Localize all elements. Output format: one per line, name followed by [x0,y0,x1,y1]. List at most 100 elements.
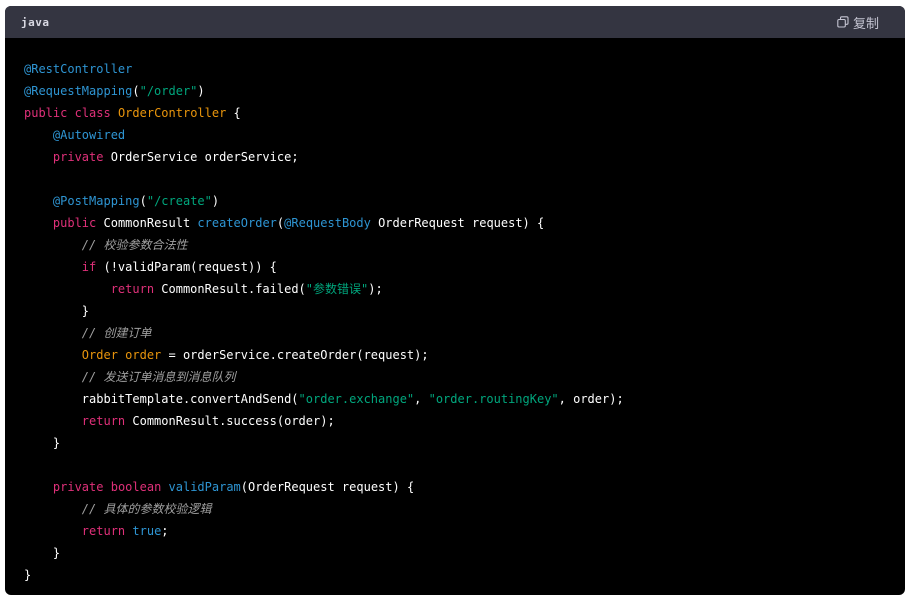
code-token: validParam [168,480,241,494]
code-line: // 具体的参数校验逻辑 [24,498,886,520]
code-header: java 复制 [5,6,905,38]
code-line: } [24,432,886,454]
code-token: if [81,260,97,274]
code-token: { [226,106,241,120]
code-line: private OrderService orderService; [24,146,886,168]
code-token: (OrderRequest request) { [240,480,415,494]
code-token: private [52,150,104,164]
code-token: private [52,480,104,494]
code-line: private boolean validParam(OrderRequest … [24,476,886,498]
code-line: } [24,564,886,586]
code-token: CommonResult [96,216,198,230]
code-token: OrderService orderService; [103,150,299,164]
code-token: @Autowired [52,128,126,142]
copy-label: 复制 [852,16,879,32]
code-token: ; [161,524,169,538]
code-line: } [24,542,886,564]
code-line: @RequestMapping("/order") [24,80,886,102]
code-line: @RestController [24,58,886,80]
code-token: OrderController [117,106,227,120]
code-token: ) [211,194,220,208]
code-token: // 发送订单消息到消息队列 [81,370,236,384]
code-token: } [24,568,32,582]
code-token: Order [81,348,118,362]
copy-icon [837,16,849,28]
code-token: // 创建订单 [81,326,152,340]
code-token: "/order" [139,84,198,98]
code-token: CommonResult.failed( [154,282,306,296]
code-token: } [24,436,61,450]
code-token: ( [132,84,140,98]
code-line: public class OrderController { [24,102,886,124]
code-token: } [24,304,90,318]
code-token: return [81,414,126,428]
code-line: return CommonResult.failed("参数错误"); [24,278,886,300]
code-token: , order); [558,392,624,406]
code-line: if (!validParam(request)) { [24,256,886,278]
code-token: boolean [110,480,162,494]
code-line: return true; [24,520,886,542]
code-token: // 具体的参数校验逻辑 [81,502,212,516]
code-token: // 校验参数合法性 [81,238,188,252]
code-line: // 校验参数合法性 [24,234,886,256]
code-token: return [81,524,126,538]
code-block: java 复制 @RestController @RequestMapping("… [5,6,905,595]
code-line: public CommonResult createOrder(@Request… [24,212,886,234]
code-content[interactable]: @RestController @RequestMapping("/order")… [5,38,905,595]
code-token: , [414,392,429,406]
code-line: @Autowired [24,124,886,146]
code-line: @PostMapping("/create") [24,190,886,212]
code-line: } [24,300,886,322]
code-token: "order.routingKey" [428,392,559,406]
copy-code-button[interactable]: 复制 [837,13,879,32]
code-token: return [110,282,155,296]
code-token: CommonResult.success(order); [125,414,335,428]
code-line: rabbitTemplate.convertAndSend("order.exc… [24,388,886,410]
code-token: "/create" [146,194,212,208]
code-line: // 发送订单消息到消息队列 [24,366,886,388]
code-line: return CommonResult.success(order); [24,410,886,432]
code-token: ( [139,194,147,208]
code-token: "order.exchange" [298,392,415,406]
code-token: createOrder [197,216,277,230]
code-token: "参数错误" [305,282,369,296]
code-token: @RequestBody [284,216,371,230]
code-token: true [132,524,162,538]
code-token: (!validParam(request)) { [96,260,277,274]
code-token: @RequestMapping [24,84,133,98]
code-line: // 创建订单 [24,322,886,344]
code-token: = orderService.createOrder(request); [161,348,429,362]
language-label: java [21,15,50,29]
code-token: OrderRequest request) { [370,216,545,230]
code-token: ); [368,282,383,296]
code-token: @RestController [24,62,133,76]
code-token: order [125,348,162,362]
code-token: @PostMapping [52,194,140,208]
code-line: Order order = orderService.createOrder(r… [24,344,886,366]
code-token: rabbitTemplate.convertAndSend( [24,392,299,406]
code-token: } [24,546,61,560]
code-token: class [74,106,111,120]
code-token: public [52,216,97,230]
code-token: public [24,106,68,120]
code-token: ) [197,84,205,98]
